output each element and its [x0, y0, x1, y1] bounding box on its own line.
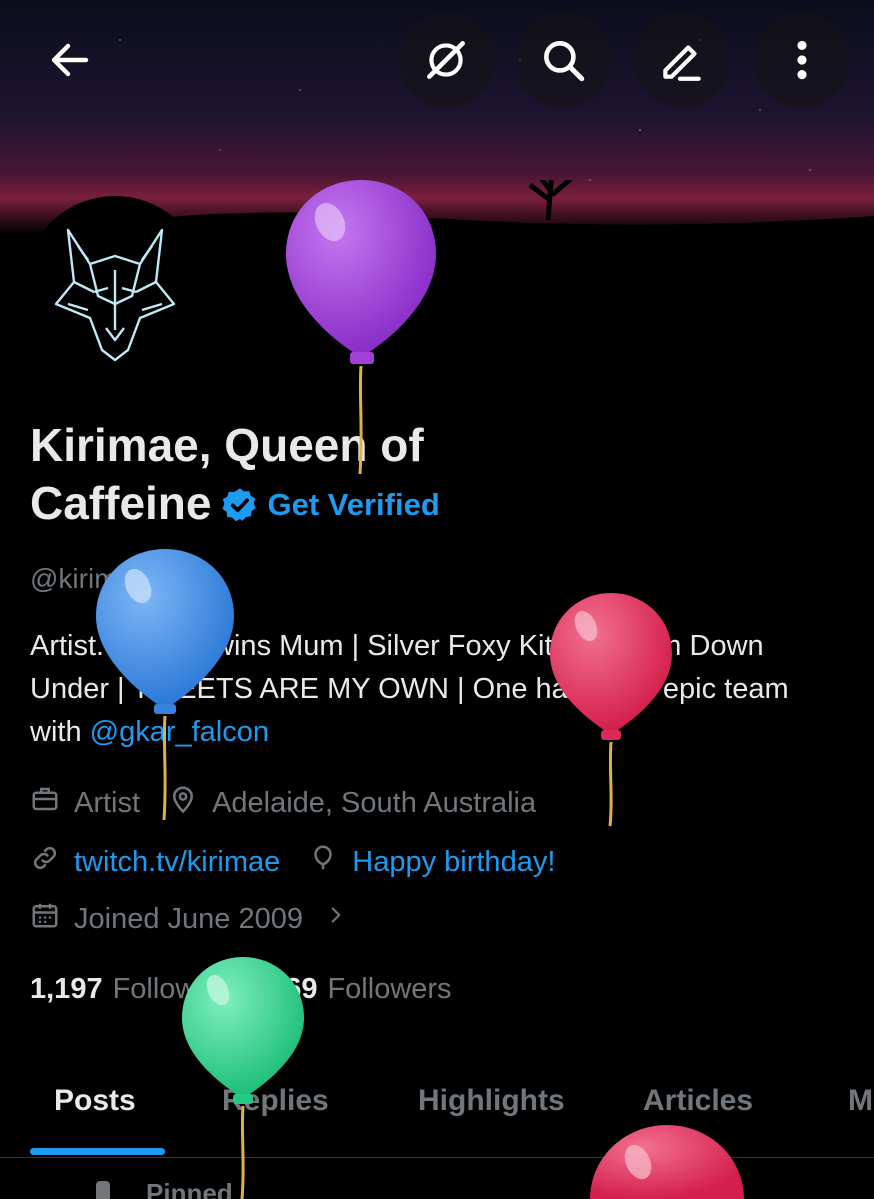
bio-flag: 🇦🇺 [112, 630, 149, 662]
edit-icon [657, 35, 707, 85]
following-link[interactable]: 1,197 Following [30, 973, 235, 1006]
bio-text-start: Artist. [30, 630, 113, 662]
tab-articles[interactable]: Articles [643, 1084, 753, 1118]
briefcase-icon [30, 784, 74, 822]
display-name-line1: Kirimae, Queen of [30, 419, 424, 471]
birthday-text: Happy birthday! [352, 845, 556, 878]
chevron-right-icon [325, 902, 361, 936]
calendar-icon [30, 900, 74, 938]
location-pin-icon [168, 784, 212, 822]
bio-mention-link[interactable]: @gkar_falcon [90, 716, 269, 748]
arrow-left-icon [46, 36, 94, 84]
display-name-line2: Caffeine [30, 477, 212, 529]
following-label: Following [112, 973, 236, 1005]
balloon-icon [308, 843, 352, 881]
website-item[interactable]: twitch.tv/kirimae [30, 843, 280, 881]
location-item: Adelaide, South Australia [168, 784, 536, 822]
follow-stats: 1,197 Following 569 Followers [30, 973, 486, 1006]
profile-bio: Artist. 🇦🇺 1+ Twins Mum | Silver Foxy Ki… [30, 625, 840, 754]
search-icon [538, 35, 588, 85]
active-tab-indicator [30, 1148, 165, 1155]
avatar[interactable] [24, 196, 206, 378]
more-vertical-icon [782, 35, 822, 85]
search-button[interactable] [515, 12, 611, 108]
tab-more-partial[interactable]: M [848, 1084, 873, 1118]
tab-highlights[interactable]: Highlights [418, 1084, 565, 1118]
profile-meta-row-1: Artist Adelaide, South Australia [30, 784, 564, 822]
get-verified-link[interactable]: Get Verified [267, 487, 439, 522]
followers-link[interactable]: 569 Followers [269, 973, 451, 1006]
wolf-logo-icon [28, 200, 202, 374]
birthday-item: Happy birthday! [308, 843, 555, 881]
profession-item: Artist [30, 784, 140, 822]
pin-icon [96, 1180, 110, 1199]
joined-item[interactable]: Joined June 2009 [30, 900, 361, 938]
tab-replies[interactable]: Replies [222, 1084, 329, 1118]
tab-posts[interactable]: Posts [54, 1084, 136, 1118]
display-name: Kirimae, Queen of Caffeine Get Verified [30, 416, 590, 534]
edit-button[interactable] [634, 12, 730, 108]
followers-label: Followers [327, 973, 452, 1005]
back-button[interactable] [22, 12, 118, 108]
grok-button[interactable] [398, 12, 494, 108]
profile-meta-row-2: twitch.tv/kirimae Happy birthday! [30, 843, 583, 881]
joined-text: Joined June 2009 [74, 902, 303, 935]
user-handle: @kirimae [30, 563, 149, 594]
profile-meta-row-3[interactable]: Joined June 2009 [30, 900, 389, 938]
followers-count: 569 [269, 973, 318, 1005]
website-link[interactable]: twitch.tv/kirimae [74, 846, 280, 879]
pinned-label: Pinned [146, 1178, 233, 1199]
following-count: 1,197 [30, 973, 103, 1005]
profile-tabs: Posts Replies Highlights Articles M [0, 1070, 874, 1158]
location-text: Adelaide, South Australia [212, 786, 537, 819]
grok-icon [421, 35, 471, 85]
verified-badge-icon[interactable] [221, 479, 259, 522]
profession-text: Artist [74, 786, 141, 819]
link-icon [30, 843, 74, 881]
more-options-button[interactable] [754, 12, 850, 108]
pinned-indicator: Pinned [96, 1178, 233, 1199]
